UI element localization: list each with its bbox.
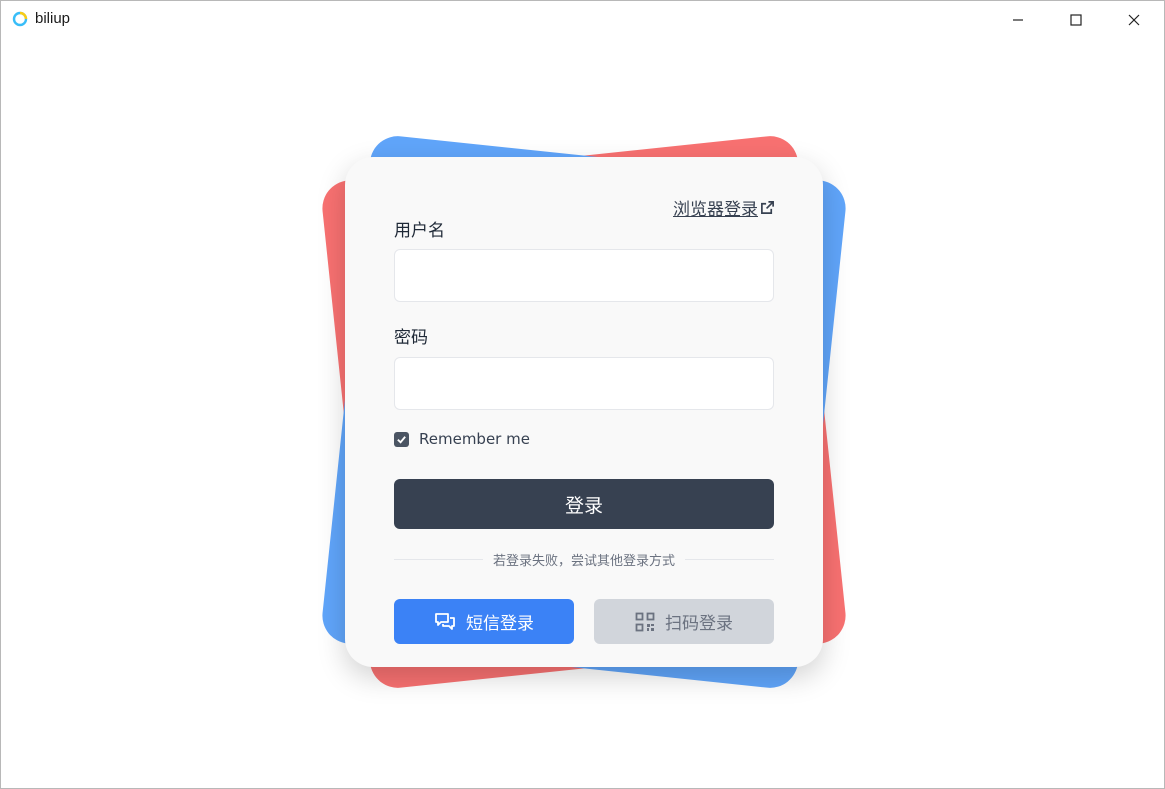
password-input[interactable]	[394, 357, 774, 410]
sms-login-label: 短信登录	[466, 614, 534, 634]
username-label: 用户名	[394, 221, 445, 241]
qr-code-icon	[635, 612, 655, 631]
alt-login-divider: 若登录失败，尝试其他登录方式	[394, 549, 775, 569]
username-input[interactable]	[394, 249, 774, 302]
browser-login-label: 浏览器登录	[673, 200, 758, 220]
minimize-icon	[1013, 19, 1023, 21]
remember-me-row: Remember me	[394, 430, 530, 448]
close-icon	[1128, 14, 1140, 26]
title-bar[interactable]: biliup	[1, 1, 1164, 39]
app-window: biliup 浏览器登录 用户名 密码 Remember me 登录 若登录失败…	[0, 0, 1165, 789]
minimize-button[interactable]	[989, 1, 1047, 39]
maximize-button[interactable]	[1047, 1, 1105, 39]
password-label: 密码	[394, 328, 428, 348]
login-button[interactable]: 登录	[394, 479, 774, 529]
maximize-icon	[1070, 14, 1082, 26]
remember-me-label: Remember me	[419, 430, 530, 448]
browser-login-link[interactable]: 浏览器登录	[673, 195, 775, 220]
close-button[interactable]	[1105, 1, 1163, 39]
login-card: 浏览器登录 用户名 密码 Remember me 登录 若登录失败，尝试其他登录…	[345, 157, 823, 667]
qr-login-button[interactable]: 扫码登录	[594, 599, 774, 644]
biliup-logo-icon	[12, 11, 28, 27]
chat-bubbles-icon	[435, 612, 455, 630]
divider-line-right	[685, 558, 775, 560]
external-link-icon	[761, 201, 774, 214]
divider-text: 若登录失败，尝试其他登录方式	[493, 553, 676, 569]
checkmark-icon	[397, 435, 406, 444]
qr-login-label: 扫码登录	[665, 614, 733, 634]
remember-me-checkbox[interactable]	[394, 431, 409, 447]
divider-line-left	[394, 558, 483, 560]
window-title: biliup	[35, 10, 71, 27]
sms-login-button[interactable]: 短信登录	[394, 599, 574, 644]
